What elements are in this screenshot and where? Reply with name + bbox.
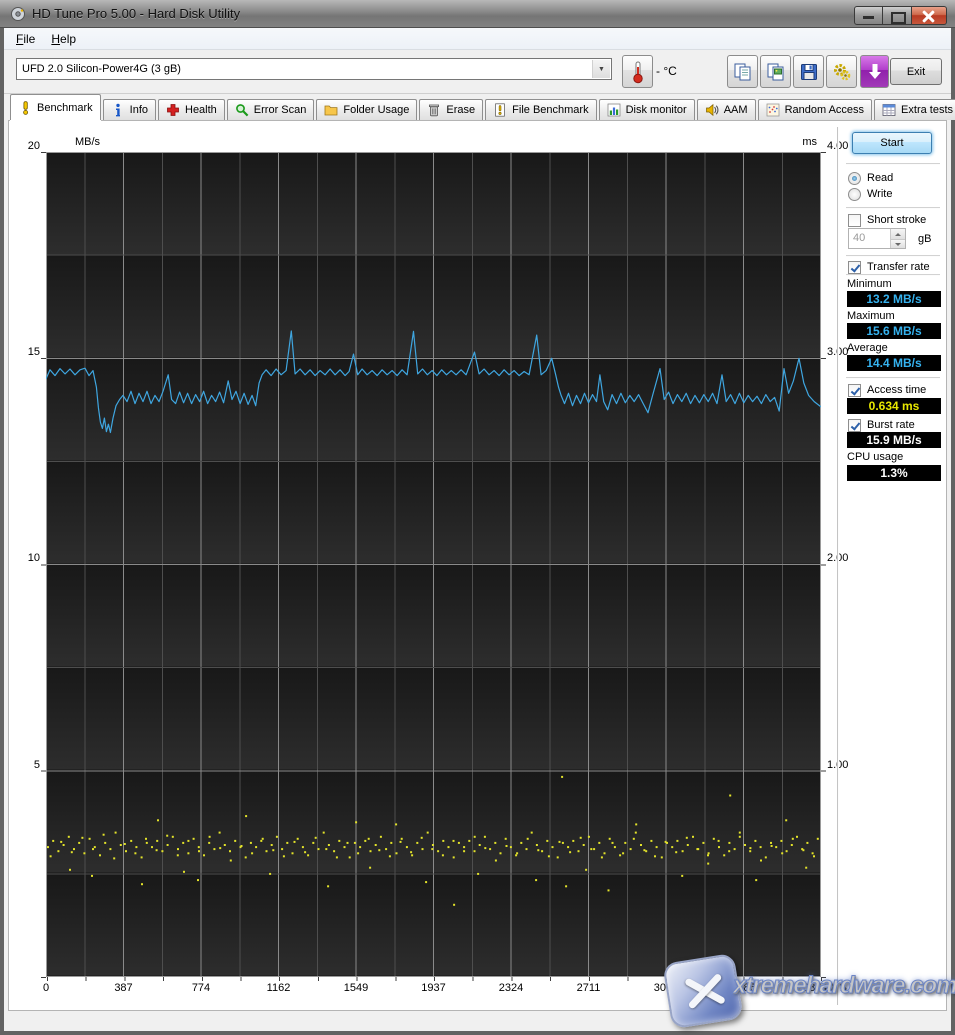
minimum-value: 13.2 MB/s — [847, 291, 941, 307]
burst-rate-checkbox[interactable]: Burst rate — [848, 418, 915, 432]
info-icon — [115, 103, 120, 117]
spinner-arrows[interactable] — [890, 229, 905, 248]
exit-button[interactable]: Exit — [890, 58, 942, 85]
tab-folder-usage[interactable]: Folder Usage — [316, 99, 418, 120]
copy-image-button[interactable] — [760, 55, 791, 88]
panel-divider — [837, 127, 839, 1005]
y-axis-left-labels: 20 15 10 5 — [27, 140, 40, 771]
minimum-label: Minimum — [847, 278, 892, 290]
tabstrip: Benchmark Info Health Error Scan Folder … — [10, 94, 955, 120]
file-exclamation-icon — [495, 103, 505, 117]
copy-image-icon — [767, 63, 783, 80]
tab-error-scan[interactable]: Error Scan — [226, 99, 315, 120]
tab-health[interactable]: Health — [158, 99, 225, 120]
start-button[interactable]: Start — [852, 132, 932, 154]
options-button[interactable] — [826, 55, 857, 88]
menubar: File Help — [4, 28, 951, 50]
save-icon — [800, 63, 817, 80]
average-value: 14.4 MB/s — [847, 355, 941, 371]
toolbar: UFD 2.0 Silicon-Power4G (3 gB) ▼ - °C Ex… — [4, 50, 951, 94]
cpu-usage-value: 1.3% — [847, 465, 941, 481]
folder-icon — [324, 105, 338, 116]
bulb-exclamation-icon — [23, 100, 28, 115]
checkbox-icon[interactable] — [848, 418, 861, 432]
titlebar[interactable]: HD Tune Pro 5.00 - Hard Disk Utility — [0, 0, 955, 28]
write-radio[interactable]: Write — [848, 187, 892, 201]
access-time-checkbox[interactable]: Access time — [848, 383, 926, 397]
y-right-unit: ms — [802, 136, 817, 148]
transfer-rate-checkbox[interactable]: Transfer rate — [848, 260, 930, 274]
checkbox-icon[interactable] — [848, 383, 861, 397]
gears-icon — [833, 63, 850, 80]
save-button[interactable] — [793, 55, 824, 88]
checkbox-icon[interactable] — [848, 213, 861, 227]
tab-aam[interactable]: AAM — [696, 99, 756, 120]
app-window: HD Tune Pro 5.00 - Hard Disk Utility Fil… — [0, 0, 955, 1035]
tab-benchmark[interactable]: Benchmark — [10, 94, 101, 120]
thermometer-icon — [632, 61, 643, 83]
read-radio[interactable]: Read — [848, 171, 893, 185]
menu-file[interactable]: File — [8, 30, 43, 48]
tab-file-benchmark[interactable]: File Benchmark — [485, 99, 597, 120]
bar-chart-icon — [607, 103, 620, 117]
radio-icon[interactable] — [848, 187, 861, 201]
radio-icon[interactable] — [848, 171, 861, 185]
x-tick-marks — [47, 977, 822, 981]
magnifier-icon — [235, 104, 249, 117]
maximize-button[interactable] — [883, 6, 912, 25]
maximum-label: Maximum — [847, 310, 895, 322]
window-title: HD Tune Pro 5.00 - Hard Disk Utility — [32, 6, 241, 21]
menu-help[interactable]: Help — [43, 30, 84, 48]
minimize-button[interactable] — [854, 6, 883, 25]
access-time-value: 0.634 ms — [847, 398, 941, 414]
capacity-unit-label: gB — [918, 233, 932, 245]
short-stroke-checkbox[interactable]: Short stroke — [848, 213, 926, 227]
red-cross-icon — [167, 104, 179, 116]
average-label: Average — [847, 342, 888, 354]
temperature-display: - °C — [656, 64, 677, 78]
benchmark-panel: MB/s ms 20 15 10 5 4.00 3.00 2.00 1.00 0… — [8, 120, 947, 1011]
download-button[interactable] — [860, 55, 889, 88]
y-left-unit: MB/s — [75, 136, 101, 148]
burst-rate-value: 15.9 MB/s — [847, 432, 941, 448]
speaker-icon — [705, 103, 719, 117]
y-right-tick-marks — [821, 152, 826, 978]
trash-icon — [429, 104, 440, 117]
temperature-button[interactable] — [622, 55, 653, 88]
capacity-spinner[interactable]: 40 — [848, 228, 906, 249]
copy-button[interactable] — [727, 55, 758, 88]
download-arrow-icon — [868, 63, 881, 79]
close-button[interactable] — [912, 6, 947, 25]
copy-icon — [734, 63, 750, 80]
device-selector[interactable]: UFD 2.0 Silicon-Power4G (3 gB) ▼ — [16, 58, 612, 80]
maximum-value: 15.6 MB/s — [847, 323, 941, 339]
grid-chart-icon — [882, 104, 896, 116]
benchmark-plot — [46, 152, 821, 977]
tab-info[interactable]: Info — [102, 99, 156, 120]
tab-random-access[interactable]: Random Access — [757, 99, 873, 120]
benchmark-controls: Start Read Write Short stroke 40 gB Tran… — [842, 121, 946, 1009]
dropdown-arrow-icon[interactable]: ▼ — [592, 60, 610, 78]
x-axis-labels: 0 387 774 1162 1549 1937 2324 2711 3099 … — [42, 982, 848, 994]
tab-disk-monitor[interactable]: Disk monitor — [598, 99, 695, 120]
y-left-tick-marks — [41, 152, 46, 978]
app-icon — [11, 6, 25, 21]
checkbox-icon[interactable] — [848, 260, 861, 274]
device-selector-value: UFD 2.0 Silicon-Power4G (3 gB) — [22, 63, 181, 75]
scatter-icon — [766, 103, 779, 117]
cpu-usage-label: CPU usage — [847, 451, 904, 463]
tab-erase[interactable]: Erase — [419, 99, 484, 120]
tab-extra-tests[interactable]: Extra tests — [874, 99, 955, 120]
